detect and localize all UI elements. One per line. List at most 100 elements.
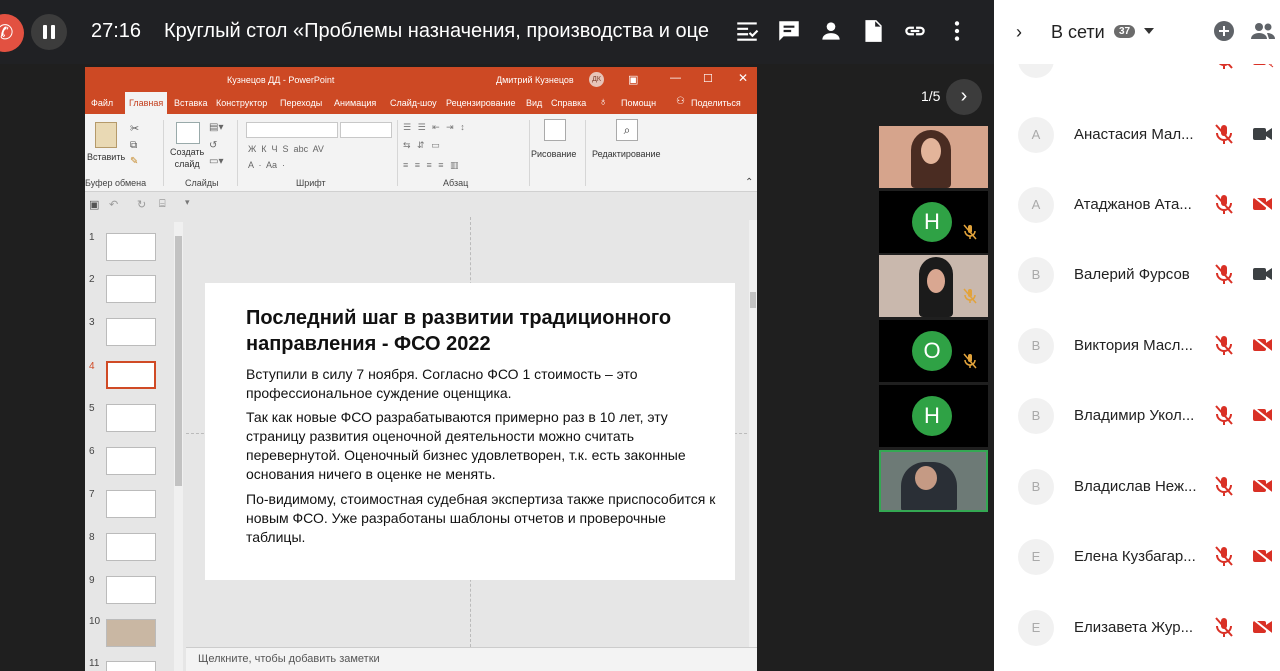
muted-mic-icon[interactable] <box>1214 404 1234 426</box>
collapse-ribbon-icon[interactable]: ⌃ <box>745 177 753 188</box>
camera-on-icon[interactable] <box>1252 125 1274 143</box>
presentation-icon[interactable]: ⌸ <box>159 198 166 211</box>
muted-mic-icon[interactable] <box>1214 334 1234 356</box>
participant-row[interactable]: В Владислав Неж... <box>994 453 1280 523</box>
camera-off-icon[interactable] <box>1252 547 1274 565</box>
slide-thumbnail[interactable] <box>106 533 156 561</box>
ribbon-display-icon[interactable]: ▣ <box>628 73 638 86</box>
participant-row[interactable]: В Виктория Масл... <box>994 312 1280 382</box>
cut-icon[interactable]: ✂ <box>130 122 139 135</box>
slide-thumbnail[interactable] <box>106 447 156 475</box>
video-tile-avatar[interactable]: Н <box>879 191 988 253</box>
person-icon[interactable] <box>818 18 844 44</box>
camera-off-icon[interactable] <box>1252 195 1274 213</box>
participant-row[interactable]: А Анастасия Мал... <box>994 101 1280 171</box>
slide-thumbnail-selected[interactable] <box>106 361 156 389</box>
video-tile-camera[interactable] <box>879 126 988 188</box>
tab-view[interactable]: Вид <box>526 98 542 108</box>
paste-icon[interactable] <box>95 122 117 148</box>
find-icon[interactable]: ⌕ <box>616 119 638 141</box>
notes-pane[interactable]: Щелкните, чтобы добавить заметки <box>186 647 757 671</box>
muted-mic-icon[interactable] <box>1214 123 1234 145</box>
muted-mic-icon[interactable] <box>1214 545 1234 567</box>
customize-icon[interactable]: ▾ <box>185 197 190 208</box>
slide-thumbnail[interactable] <box>106 661 156 671</box>
ppt-user-avatar[interactable]: ДК <box>589 72 604 87</box>
chat-icon[interactable] <box>776 18 802 44</box>
reset-icon[interactable]: ↺ <box>209 140 217 151</box>
chevron-right-icon[interactable]: › <box>1016 22 1030 42</box>
tab-slideshow[interactable]: Слайд-шоу <box>390 98 437 108</box>
camera-off-icon[interactable] <box>1252 477 1274 495</box>
dropdown-arrow-icon[interactable] <box>1144 28 1154 34</box>
slide-scrollbar[interactable] <box>749 220 757 650</box>
tab-help[interactable]: Справка <box>551 98 586 108</box>
camera-off-icon[interactable] <box>1252 406 1274 424</box>
tab-animation[interactable]: Анимация <box>334 98 376 108</box>
participant-row[interactable]: В Валерий Фурсов <box>994 241 1280 311</box>
participant-row[interactable]: В Владимир Укол... <box>994 382 1280 452</box>
checklist-icon[interactable] <box>734 18 760 44</box>
muted-mic-icon[interactable] <box>1214 475 1234 497</box>
undo-icon[interactable]: ↶ <box>109 198 118 211</box>
close-icon[interactable]: ✕ <box>738 71 748 85</box>
slide-paragraph-1[interactable]: Вступили в силу 7 ноября. Согласно ФСО 1… <box>246 365 686 403</box>
video-tile-avatar[interactable]: О <box>879 320 988 382</box>
align-icon[interactable]: ≡ ≡ ≡ ≡ ▥ <box>403 160 461 171</box>
font-style-tools[interactable]: Ж К Ч S abc AV <box>248 144 324 154</box>
thumbnail-scrollbar[interactable] <box>174 222 183 671</box>
tab-insert[interactable]: Вставка <box>174 98 207 108</box>
slide-thumbnail[interactable] <box>106 619 156 647</box>
minimize-icon[interactable]: — <box>670 72 681 84</box>
slide-scroll-thumb[interactable] <box>750 292 756 308</box>
shapes-icon[interactable] <box>544 119 566 141</box>
font-name-select[interactable] <box>246 122 338 138</box>
thumbnail-scroll-thumb[interactable] <box>175 236 182 486</box>
layout-icon[interactable]: ▤▾ <box>209 122 223 133</box>
participant-row[interactable]: А Атаджанов Ата... <box>994 171 1280 241</box>
muted-mic-icon[interactable] <box>1214 263 1234 285</box>
add-person-icon[interactable] <box>1213 20 1235 42</box>
slide-thumbnail[interactable] <box>106 233 156 261</box>
new-slide-label[interactable]: Создать слайд <box>170 146 204 170</box>
slide-thumbnail[interactable] <box>106 404 156 432</box>
slide-paragraph-2[interactable]: Так как новые ФСО разрабатываются пример… <box>246 408 712 484</box>
font-size-tools[interactable]: A · Aa · <box>248 160 285 170</box>
format-painter-icon[interactable]: ✎ <box>130 156 138 167</box>
direction-icon[interactable]: ⇆ ⇵ ▭ <box>403 140 442 151</box>
slide-thumbnail[interactable] <box>106 275 156 303</box>
paste-label[interactable]: Вставить <box>87 152 125 162</box>
camera-off-icon[interactable] <box>1252 336 1274 354</box>
tab-tell-me[interactable]: Помощн <box>621 98 656 108</box>
redo-icon[interactable]: ↻ <box>137 198 146 211</box>
link-icon[interactable] <box>902 18 928 44</box>
tab-transitions[interactable]: Переходы <box>280 98 322 108</box>
slide-paragraph-3[interactable]: По-видимому, стоимостная судебная экспер… <box>246 490 716 547</box>
new-slide-icon[interactable] <box>176 122 200 144</box>
slide-thumbnail[interactable] <box>106 318 156 346</box>
participant-row[interactable]: Е Елена Кузбагар... <box>994 523 1280 593</box>
document-icon[interactable] <box>860 18 886 44</box>
next-page-button[interactable]: › <box>946 79 982 115</box>
participant-row[interactable]: Е Елизавета Жур... <box>994 594 1280 664</box>
save-icon[interactable]: ▣ <box>89 198 99 211</box>
editing-button[interactable]: Редактирование <box>592 149 661 159</box>
maximize-icon[interactable]: ☐ <box>703 72 713 85</box>
copy-icon[interactable]: ⧉ <box>130 140 137 151</box>
video-tile-active-speaker[interactable] <box>879 450 988 512</box>
current-slide[interactable]: Последний шаг в развитии традиционного н… <box>205 283 735 580</box>
end-call-button[interactable]: ✆ <box>0 14 24 52</box>
font-size-select[interactable] <box>340 122 392 138</box>
camera-off-icon[interactable] <box>1252 618 1274 636</box>
slide-thumbnail[interactable] <box>106 490 156 518</box>
camera-on-icon[interactable] <box>1252 265 1274 283</box>
tab-home[interactable]: Главная <box>125 92 168 114</box>
people-icon[interactable] <box>1250 20 1276 42</box>
bullets-icon[interactable]: ☰ ☰ ⇤ ⇥ ↕ <box>403 122 467 133</box>
drawing-button[interactable]: Рисование <box>531 149 576 159</box>
muted-mic-icon[interactable] <box>1214 616 1234 638</box>
muted-mic-icon[interactable] <box>1214 193 1234 215</box>
section-icon[interactable]: ▭▾ <box>209 156 223 167</box>
video-tile-avatar[interactable]: Н <box>879 385 988 447</box>
tab-review[interactable]: Рецензирование <box>446 98 516 108</box>
